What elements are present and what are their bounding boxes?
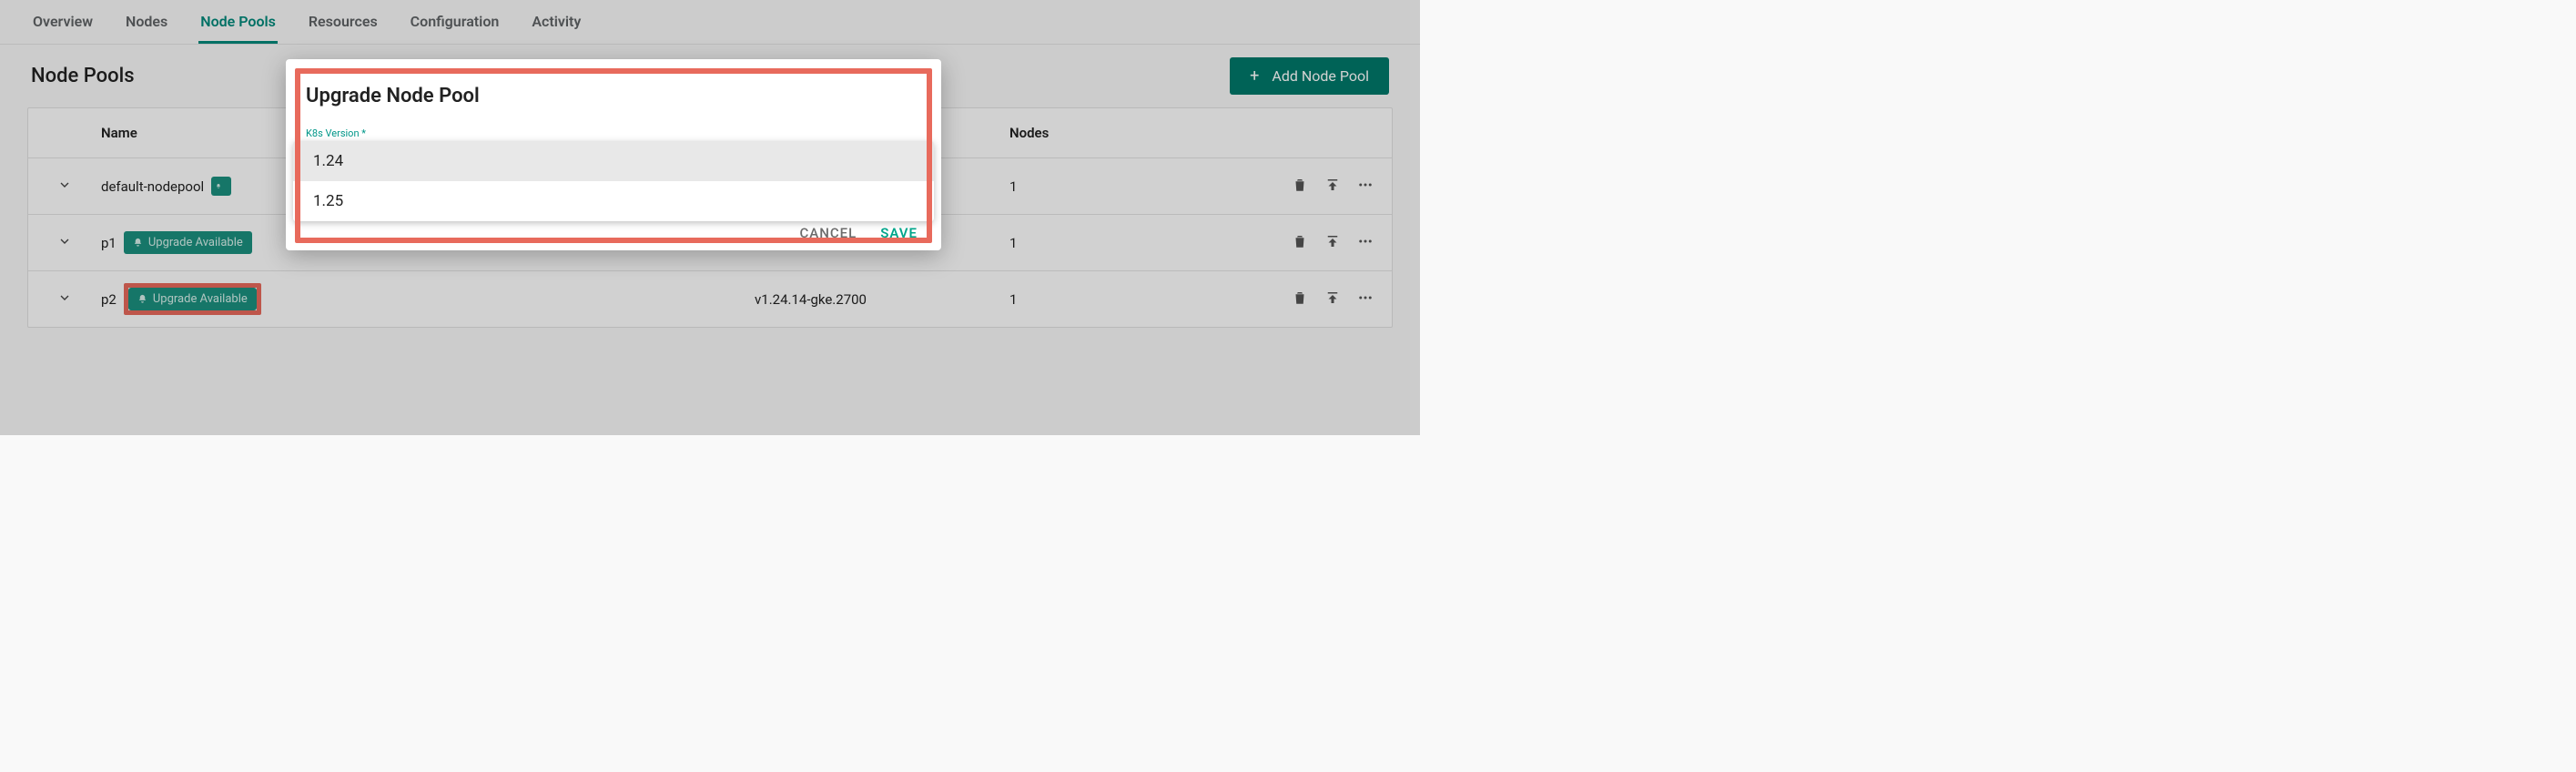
upgrade-available-badge[interactable]: Upgrade Available bbox=[124, 231, 252, 254]
more-icon[interactable] bbox=[1357, 177, 1374, 197]
upgrade-node-pool-modal: Upgrade Node Pool K8s Version * 1.24 1.2… bbox=[286, 59, 941, 250]
tab-activity[interactable]: Activity bbox=[530, 13, 583, 44]
delete-icon[interactable] bbox=[1292, 177, 1308, 197]
modal-actions: CANCEL SAVE bbox=[286, 221, 941, 241]
name-cell: p2 Upgrade Available bbox=[101, 283, 755, 315]
nodes-cell: 1 bbox=[1009, 178, 1264, 195]
save-button[interactable]: SAVE bbox=[880, 225, 918, 241]
upgrade-icon[interactable] bbox=[1324, 177, 1341, 197]
page-title: Node Pools bbox=[31, 65, 135, 87]
modal-title: Upgrade Node Pool bbox=[286, 59, 941, 127]
add-node-pool-label: Add Node Pool bbox=[1272, 67, 1369, 85]
delete-icon[interactable] bbox=[1292, 290, 1308, 310]
tab-configuration[interactable]: Configuration bbox=[409, 13, 502, 44]
chevron-down-icon bbox=[57, 290, 72, 309]
chevron-down-icon bbox=[57, 234, 72, 252]
plus-icon: + bbox=[1250, 66, 1259, 86]
upgrade-icon[interactable] bbox=[1324, 290, 1341, 310]
k8s-version-label: K8s Version * bbox=[286, 127, 941, 139]
pool-name: default-nodepool bbox=[101, 178, 204, 195]
expand-toggle[interactable] bbox=[28, 178, 101, 196]
actions-cell bbox=[1264, 177, 1374, 197]
cancel-button[interactable]: CANCEL bbox=[799, 225, 857, 241]
add-node-pool-button[interactable]: + Add Node Pool bbox=[1230, 57, 1389, 95]
table-row: p2 Upgrade Available v1.24.14-gke.2700 1 bbox=[28, 270, 1392, 327]
upgrade-badge-label: Upgrade Available bbox=[153, 292, 248, 306]
nodes-cell: 1 bbox=[1009, 235, 1264, 251]
bell-icon bbox=[216, 181, 221, 191]
expand-toggle[interactable] bbox=[28, 290, 101, 309]
col-nodes: Nodes bbox=[1009, 125, 1264, 141]
tab-nodes[interactable]: Nodes bbox=[124, 13, 169, 44]
delete-icon[interactable] bbox=[1292, 233, 1308, 253]
upgrade-icon[interactable] bbox=[1324, 233, 1341, 253]
highlight-box: Upgrade Available bbox=[124, 283, 261, 315]
tab-overview[interactable]: Overview bbox=[31, 13, 95, 44]
bell-icon bbox=[137, 294, 147, 304]
upgrade-available-badge[interactable] bbox=[211, 177, 231, 196]
k8s-version-dropdown[interactable]: 1.24 1.25 bbox=[293, 141, 934, 221]
tabs-bar: Overview Nodes Node Pools Resources Conf… bbox=[0, 0, 1420, 45]
actions-cell bbox=[1264, 233, 1374, 253]
nodes-cell: 1 bbox=[1009, 291, 1264, 308]
pool-name: p2 bbox=[101, 291, 117, 308]
expand-toggle[interactable] bbox=[28, 234, 101, 252]
dropdown-option[interactable]: 1.25 bbox=[293, 181, 934, 221]
bell-icon bbox=[133, 238, 143, 248]
version-cell: v1.24.14-gke.2700 bbox=[755, 291, 1009, 308]
tab-node-pools[interactable]: Node Pools bbox=[198, 13, 278, 44]
actions-cell bbox=[1264, 290, 1374, 310]
tab-resources[interactable]: Resources bbox=[307, 13, 380, 44]
more-icon[interactable] bbox=[1357, 233, 1374, 253]
chevron-down-icon bbox=[57, 178, 72, 196]
dropdown-option[interactable]: 1.24 bbox=[293, 141, 934, 181]
pool-name: p1 bbox=[101, 235, 117, 251]
upgrade-badge-label: Upgrade Available bbox=[148, 236, 243, 249]
more-icon[interactable] bbox=[1357, 290, 1374, 310]
upgrade-available-badge[interactable]: Upgrade Available bbox=[128, 288, 257, 310]
